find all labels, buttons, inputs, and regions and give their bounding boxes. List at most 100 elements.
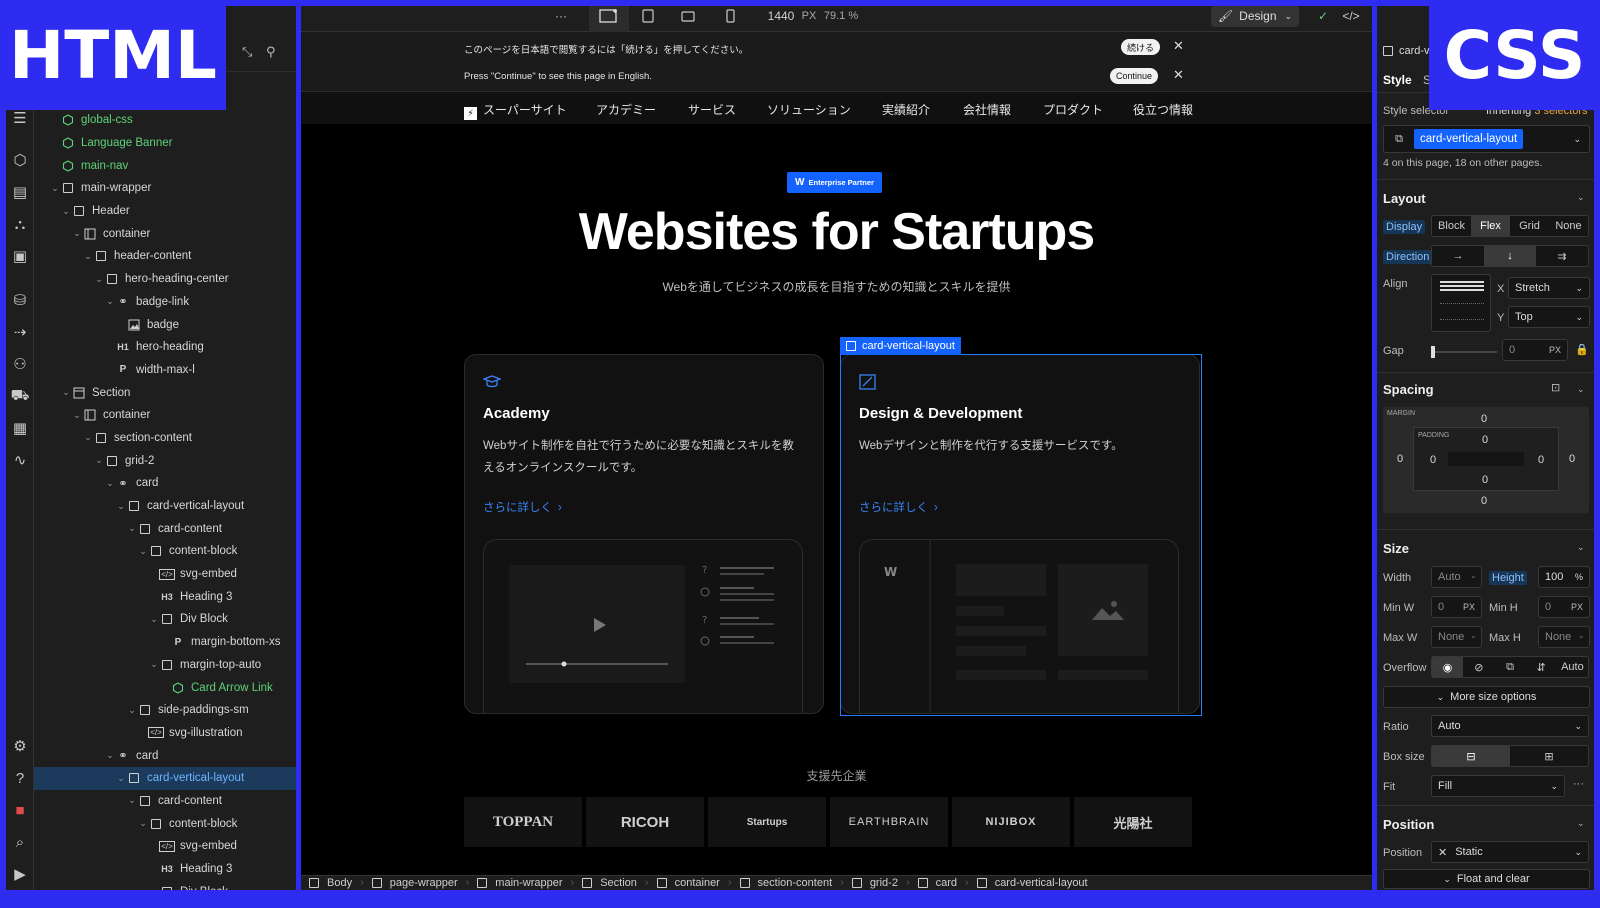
navigator-row[interactable]: ⌄ ⚭ card [34, 744, 296, 767]
box-size-segmented[interactable]: ⊟ ⊞ [1431, 745, 1589, 767]
chevron-down-icon[interactable]: ⌄ [126, 523, 138, 534]
chevron-down-icon[interactable]: ⌄ [1577, 542, 1585, 553]
chevron-down-icon[interactable]: ⌄ [115, 773, 127, 784]
nav-link-solutions[interactable]: ソリューション [767, 101, 851, 118]
overflow-clip-icon[interactable]: ⇵ [1526, 657, 1557, 677]
cms-icon[interactable]: ⛁ [6, 288, 34, 312]
spacing-preset-icon[interactable]: ⊡ [1551, 381, 1560, 394]
chevron-down-icon[interactable]: ⌄ [137, 818, 149, 829]
card-arrow-link[interactable]: さらに詳しく › [483, 499, 562, 515]
breadcrumb-item[interactable]: card [910, 877, 965, 889]
max-height-input[interactable]: None - [1538, 626, 1590, 648]
navigator-row[interactable]: Pmargin-bottom-xs [34, 631, 296, 654]
overflow-segmented[interactable]: ◉ ⊘ ⧉ ⇵ Auto [1431, 656, 1589, 678]
navigator-row[interactable]: ⌄ ⚭ badge-link [34, 291, 296, 314]
align-x-select[interactable]: Stretch ⌄ [1508, 277, 1590, 299]
chevron-down-icon[interactable]: ⌄ [137, 546, 149, 557]
navigator-row[interactable]: Pwidth-max-l [34, 359, 296, 382]
more-options-icon[interactable]: ··· [1573, 778, 1584, 790]
direction-row-icon[interactable]: → [1432, 246, 1484, 266]
chevron-down-icon[interactable]: ⌄ [49, 183, 61, 194]
navigator-row[interactable]: H3 Heading 3 [34, 585, 296, 608]
navigator-row[interactable]: ⌄ Section [34, 381, 296, 404]
width-input[interactable]: Auto - [1431, 566, 1482, 588]
display-grid[interactable]: Grid [1510, 216, 1549, 236]
apps-icon[interactable]: ▦ [6, 416, 34, 440]
navigator-row[interactable]: main-nav [34, 154, 296, 177]
overflow-visible-icon[interactable]: ◉ [1432, 657, 1464, 677]
users-icon[interactable]: ⚇ [6, 352, 34, 376]
more-menu-button[interactable]: ··· [546, 0, 576, 32]
navigator-row[interactable]: ⌄ card-vertical-layout [34, 766, 296, 790]
close-en-icon[interactable]: ✕ [1173, 67, 1184, 83]
navigator-row[interactable]: Card Arrow Link [34, 676, 296, 699]
float-clear-button[interactable]: ⌄ Float and clear [1383, 869, 1590, 889]
navigator-row[interactable]: Language Banner [34, 132, 296, 155]
nav-link-works[interactable]: 実績紹介 [882, 101, 930, 118]
nav-link-company[interactable]: 会社情報 [963, 101, 1011, 118]
card-arrow-link[interactable]: さらに詳しく › [859, 499, 938, 515]
ratio-select[interactable]: Auto ⌄ [1431, 715, 1589, 737]
chevron-down-icon[interactable]: ⌄ [93, 274, 105, 285]
direction-segmented[interactable]: → ↓ ⇉ [1431, 245, 1589, 267]
selector-field[interactable]: ⧉ card-vertical-layout ⌄ [1383, 125, 1590, 153]
max-width-input[interactable]: None - [1431, 626, 1482, 648]
breadcrumb-item[interactable]: section-content [732, 877, 841, 889]
min-width-input[interactable]: 0 PX [1431, 596, 1482, 618]
chevron-down-icon[interactable]: ⌄ [1577, 384, 1585, 395]
position-select[interactable]: ✕ Static ⌄ [1431, 841, 1589, 863]
overflow-scroll-icon[interactable]: ⧉ [1494, 657, 1525, 677]
design-mode-button[interactable]: 🖌 Design ⌄ [1211, 5, 1299, 27]
pin-icon[interactable]: ⚲ [266, 44, 276, 60]
chevron-down-icon[interactable]: ⌄ [115, 501, 127, 512]
published-check-icon[interactable]: ✓ [1311, 0, 1335, 32]
navigator-row[interactable]: ⌄ card-vertical-layout [34, 495, 296, 518]
chevron-down-icon[interactable]: ⌄ [126, 795, 138, 806]
nav-link-services[interactable]: サービス [688, 101, 736, 118]
margin-bottom-value[interactable]: 0 [1481, 495, 1487, 507]
mobile-portrait-icon[interactable] [715, 0, 745, 32]
chevron-down-icon[interactable]: ⌄ [93, 455, 105, 466]
margin-top-value[interactable]: 0 [1481, 413, 1487, 425]
help-icon[interactable]: ? [6, 766, 34, 790]
assets-icon[interactable]: ▣ [6, 244, 34, 268]
record-icon[interactable]: ■ [6, 798, 34, 822]
breadcrumb-item[interactable]: page-wrapper [364, 877, 466, 889]
content-box-icon[interactable]: ⊞ [1510, 746, 1588, 766]
navigator-row[interactable]: ⌄ grid-2 [34, 449, 296, 472]
direction-column-icon[interactable]: ↓ [1484, 246, 1536, 266]
display-flex[interactable]: Flex [1471, 216, 1510, 236]
pages-icon[interactable]: ▤ [6, 180, 34, 204]
breadcrumb-item[interactable]: Section [574, 877, 645, 889]
margin-right-value[interactable]: 0 [1569, 453, 1575, 465]
collapse-icon[interactable]: ⤡ [242, 44, 252, 60]
chevron-down-icon[interactable]: ⌄ [71, 410, 83, 421]
navigator-row[interactable]: </> svg-illustration [34, 722, 296, 745]
navigator-row[interactable]: </> svg-embed [34, 563, 296, 586]
tab-style[interactable]: Style [1383, 73, 1412, 87]
height-input[interactable]: 100% [1538, 566, 1590, 588]
breadcrumb-item[interactable]: container [649, 877, 728, 889]
min-height-input[interactable]: 0 PX [1538, 596, 1590, 618]
site-brand[interactable]: ⚡ スーパーサイト [464, 101, 567, 120]
navigator-row[interactable]: </> svg-embed [34, 835, 296, 858]
chevron-down-icon[interactable]: ⌄ [148, 614, 160, 625]
settings-icon[interactable]: ⚙ [6, 734, 34, 758]
mobile-landscape-icon[interactable] [673, 0, 703, 32]
padding-top-value[interactable]: 0 [1482, 434, 1488, 446]
navigator-row[interactable]: ⌄ ⚭ card [34, 472, 296, 495]
navigator-row[interactable]: ⌄ Header [34, 200, 296, 223]
chevron-down-icon[interactable]: ⌄ [148, 659, 160, 670]
navigator-row[interactable]: ⌄ margin-top-auto [34, 654, 296, 677]
display-none[interactable]: None [1549, 216, 1588, 236]
padding-bottom-value[interactable]: 0 [1482, 474, 1488, 486]
navigator-row[interactable]: badge [34, 313, 296, 336]
gap-slider[interactable] [1431, 346, 1497, 358]
navigator-row[interactable]: ⌄ card-content [34, 517, 296, 540]
breadcrumb-item[interactable]: grid-2 [844, 877, 906, 889]
lock-icon[interactable]: 🔒 [1575, 343, 1589, 356]
navigator-row[interactable]: ⌄ container [34, 222, 296, 245]
search-icon[interactable]: ⌕ [6, 830, 34, 854]
chevron-down-icon[interactable]: ⌄ [148, 886, 160, 897]
chevron-down-icon[interactable]: ⌄ [82, 251, 94, 262]
